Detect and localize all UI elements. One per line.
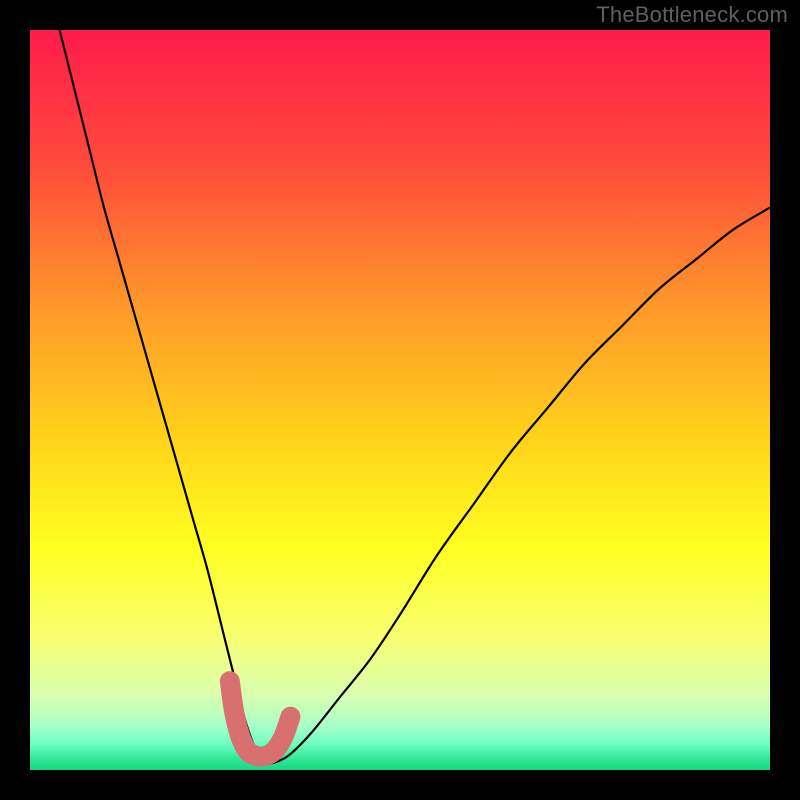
highlight-dot	[221, 672, 239, 690]
watermark-text: TheBottleneck.com	[596, 2, 788, 28]
bottleneck-chart	[0, 0, 800, 800]
gradient-background	[30, 30, 770, 770]
highlight-dot	[281, 708, 299, 726]
chart-stage: TheBottleneck.com	[0, 0, 800, 800]
